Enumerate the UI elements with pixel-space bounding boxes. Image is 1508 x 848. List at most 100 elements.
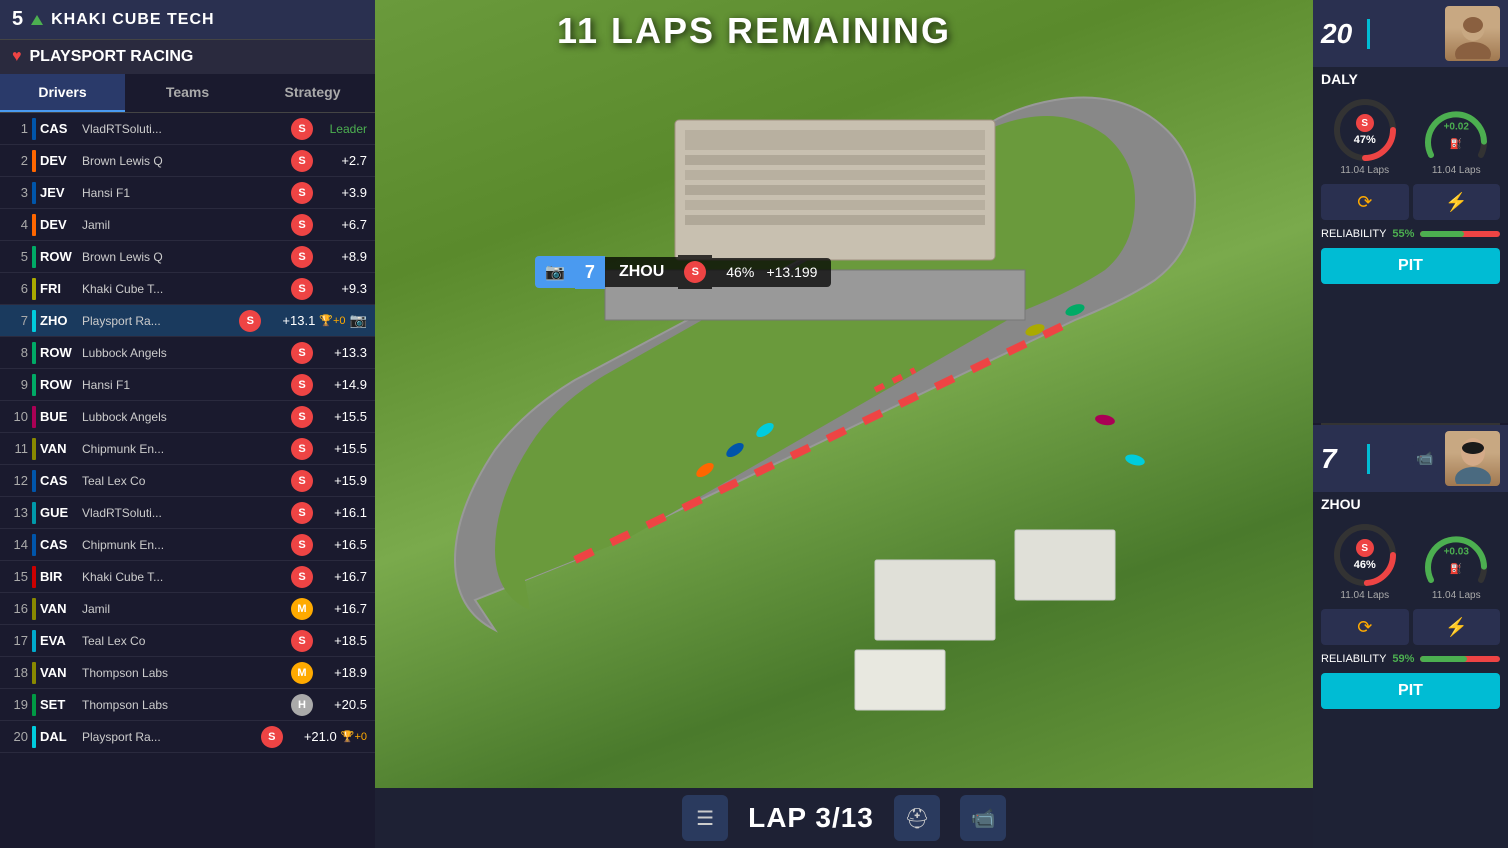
driver-team: Jamil [82, 602, 287, 616]
table-row[interactable]: 15 BIR Khaki Cube T... S +16.7 [0, 561, 375, 593]
tyre-badge: S [291, 278, 313, 300]
tyre-badge: S [291, 374, 313, 396]
standings-list: 1 CAS VladRTSoluti... S Leader 2 DEV Bro… [0, 113, 375, 848]
driver2-fuel-gauge: ⛽ +0.03 11.04 Laps [1413, 520, 1501, 601]
position-number: 8 [8, 345, 28, 360]
driver2-speed-icon[interactable]: ⟳ [1321, 609, 1409, 645]
position-number: 9 [8, 377, 28, 392]
terrain [375, 0, 1313, 788]
gap-text: +18.5 [317, 633, 367, 648]
position-number: 20 [8, 729, 28, 744]
table-row[interactable]: 2 DEV Brown Lewis Q S +2.7 [0, 145, 375, 177]
driver1-pit-button[interactable]: PIT [1321, 248, 1500, 284]
table-row[interactable]: 17 EVA Teal Lex Co S +18.5 [0, 625, 375, 657]
reliability-label-1: RELIABILITY [1321, 228, 1386, 240]
tab-teams[interactable]: Teams [125, 74, 250, 112]
table-row[interactable]: 20 DAL Playsport Ra... S +21.0 🏆+0 [0, 721, 375, 753]
gap-text: +13.3 [317, 345, 367, 360]
driver-team: Lubbock Angels [82, 346, 287, 360]
helmet-button[interactable]: ⛑ [894, 795, 940, 841]
team-color-bar [32, 726, 36, 748]
trophy-badge: 🏆+0 [341, 730, 367, 743]
driver1-speed-icon[interactable]: ⟳ [1321, 184, 1409, 220]
table-row[interactable]: 14 CAS Chipmunk En... S +16.5 [0, 529, 375, 561]
driver-team: Teal Lex Co [82, 634, 287, 648]
team-color-bar [32, 470, 36, 492]
left-panel: 5 KHAKI CUBE TECH ♥ PLAYSPORT RACING Dri… [0, 0, 375, 848]
driver-team: Playsport Ra... [82, 730, 257, 744]
table-row[interactable]: 8 ROW Lubbock Angels S +13.3 [0, 337, 375, 369]
driver-code: DAL [40, 729, 78, 744]
table-row[interactable]: 3 JEV Hansi F1 S +3.9 [0, 177, 375, 209]
gap-text: +18.9 [317, 665, 367, 680]
driver2-controls: ⟳ ⚡ [1313, 605, 1508, 649]
driver2-fuel-delta: +0.03 [1444, 546, 1469, 557]
driver2-energy-icon[interactable]: ⚡ [1413, 609, 1501, 645]
table-row[interactable]: 13 GUE VladRTSoluti... S +16.1 [0, 497, 375, 529]
menu-button[interactable]: ☰ [682, 795, 728, 841]
driver1-fuel-gauge: ⛽ +0.02 11.04 Laps [1413, 95, 1501, 176]
tyre-badge: S [239, 310, 261, 332]
driver-code: CAS [40, 121, 78, 136]
gap-text: +21.0 [287, 729, 337, 744]
driver2-pit-button[interactable]: PIT [1321, 673, 1500, 709]
table-row[interactable]: 11 VAN Chipmunk En... S +15.5 [0, 433, 375, 465]
driver-code: VAN [40, 441, 78, 456]
table-row[interactable]: 16 VAN Jamil M +16.7 [0, 593, 375, 625]
gap-text: Leader [317, 122, 367, 136]
driver-code: FRI [40, 281, 78, 296]
driver-team: Brown Lewis Q [82, 250, 287, 264]
team-color-bar [32, 534, 36, 556]
position-number: 19 [8, 697, 28, 712]
team-color-bar [32, 438, 36, 460]
driver-code: VAN [40, 665, 78, 680]
driver2-face [1445, 431, 1500, 486]
table-row[interactable]: 10 BUE Lubbock Angels S +15.5 [0, 401, 375, 433]
table-row[interactable]: 19 SET Thompson Labs H +20.5 [0, 689, 375, 721]
table-row[interactable]: 1 CAS VladRTSoluti... S Leader [0, 113, 375, 145]
driver2-tyre-gauge: S 46% 11.04 Laps [1321, 520, 1409, 601]
camera-icon: 📹 [970, 806, 995, 831]
gap-text: +6.7 [317, 217, 367, 232]
team-color-bar [32, 502, 36, 524]
table-row[interactable]: 12 CAS Teal Lex Co S +15.9 [0, 465, 375, 497]
table-row[interactable]: 6 FRI Khaki Cube T... S +9.3 [0, 273, 375, 305]
driver-code: GUE [40, 505, 78, 520]
position-number: 13 [8, 505, 28, 520]
table-row[interactable]: 5 ROW Brown Lewis Q S +8.9 [0, 241, 375, 273]
team-color-bar [32, 566, 36, 588]
driver-team: Lubbock Angels [82, 410, 287, 424]
position-number: 15 [8, 569, 28, 584]
tyre-badge: M [291, 662, 313, 684]
driver2-camera-icon: 📹 [1411, 445, 1439, 473]
position-number: 3 [8, 185, 28, 200]
driver-code: BIR [40, 569, 78, 584]
gap-text: +8.9 [317, 249, 367, 264]
tab-strategy[interactable]: Strategy [250, 74, 375, 112]
table-row[interactable]: 4 DEV Jamil S +6.7 [0, 209, 375, 241]
team-color-bar [32, 118, 36, 140]
camera-button[interactable]: 📹 [960, 795, 1006, 841]
table-row[interactable]: 18 VAN Thompson Labs M +18.9 [0, 657, 375, 689]
position-number: 16 [8, 601, 28, 616]
table-row[interactable]: 9 ROW Hansi F1 S +14.9 [0, 369, 375, 401]
tyre-badge: S [291, 566, 313, 588]
table-row[interactable]: 7 ZHO Playsport Ra... S +13.1 🏆+0📷 [0, 305, 375, 337]
driver2-header: 7 📹 [1313, 425, 1508, 492]
tyre-badge: S [291, 182, 313, 204]
driver2-rel-bar [1420, 656, 1500, 662]
driver1-rel-bar-fill [1420, 231, 1464, 237]
team-color-bar [32, 214, 36, 236]
position-number: 4 [8, 217, 28, 232]
position-number: 12 [8, 473, 28, 488]
driver-code: JEV [40, 185, 78, 200]
team-color-bar [32, 694, 36, 716]
gap-text: +14.9 [317, 377, 367, 392]
tyre-badge: M [291, 598, 313, 620]
driver-team: Brown Lewis Q [82, 154, 287, 168]
tab-drivers[interactable]: Drivers [0, 74, 125, 112]
driver1-energy-icon[interactable]: ⚡ [1413, 184, 1501, 220]
team-number: 5 [12, 8, 23, 31]
driver1-number: 20 [1321, 18, 1361, 50]
team-color-bar [32, 406, 36, 428]
